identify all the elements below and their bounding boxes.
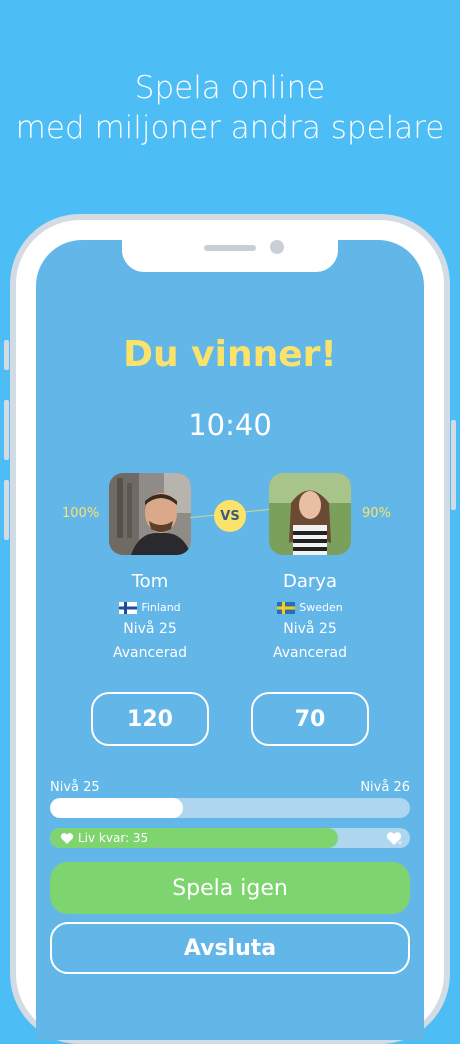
player-left-country-name: Finland [141, 601, 181, 614]
svg-text:+: + [397, 839, 402, 846]
phone-camera [270, 240, 284, 254]
player-right-country-name: Sweden [299, 601, 343, 614]
player-left-rank: Avancerad [112, 645, 188, 661]
finland-flag-icon [119, 601, 138, 614]
player-left-level: Nivå 25 [123, 621, 177, 637]
player-right-country: Sweden [230, 601, 390, 614]
phone-speaker [204, 245, 256, 251]
player-left-percent: 100% [62, 506, 100, 521]
sweden-flag-icon [277, 601, 296, 614]
player-right-rank: Avancerad [272, 645, 348, 661]
vs-badge: VS [214, 500, 246, 532]
headline-line-2: med miljoner andra spelare [15, 110, 445, 146]
quit-button[interactable]: Avsluta [50, 922, 410, 974]
result-title: Du vinner! [123, 334, 337, 375]
player-left-score: 120 [91, 692, 209, 746]
add-life-icon[interactable]: + [386, 831, 403, 850]
phone-side-button [4, 480, 9, 540]
level-next-label: Nivå 26 [360, 780, 410, 795]
avatar-player-left [109, 473, 191, 555]
avatar-player-right [269, 473, 351, 555]
game-timer: 10:40 [188, 408, 272, 442]
player-left-info: Tom Finland Nivå 25 Avancerad [70, 570, 230, 662]
player-left-name: Tom [131, 571, 169, 592]
player-left-country: Finland [70, 601, 230, 614]
promo-headline: Spela online med miljoner andra spelare [0, 68, 460, 148]
lives-label: Liv kvar: 35 [78, 831, 149, 845]
player-right-info: Darya Sweden Nivå 25 Avancerad [230, 570, 390, 662]
play-again-button[interactable]: Spela igen [50, 862, 410, 914]
player-right-percent: 90% [362, 506, 391, 521]
player-right-score: 70 [251, 692, 369, 746]
level-progress-bar [50, 798, 410, 818]
level-progress-fill [50, 798, 184, 818]
headline-line-1: Spela online [134, 70, 326, 106]
player-right-name: Darya [283, 571, 337, 592]
heart-icon [60, 832, 74, 844]
lives-info: Liv kvar: 35 [60, 831, 148, 845]
level-current-label: Nivå 25 [50, 780, 100, 795]
player-right-level: Nivå 25 [283, 621, 337, 637]
